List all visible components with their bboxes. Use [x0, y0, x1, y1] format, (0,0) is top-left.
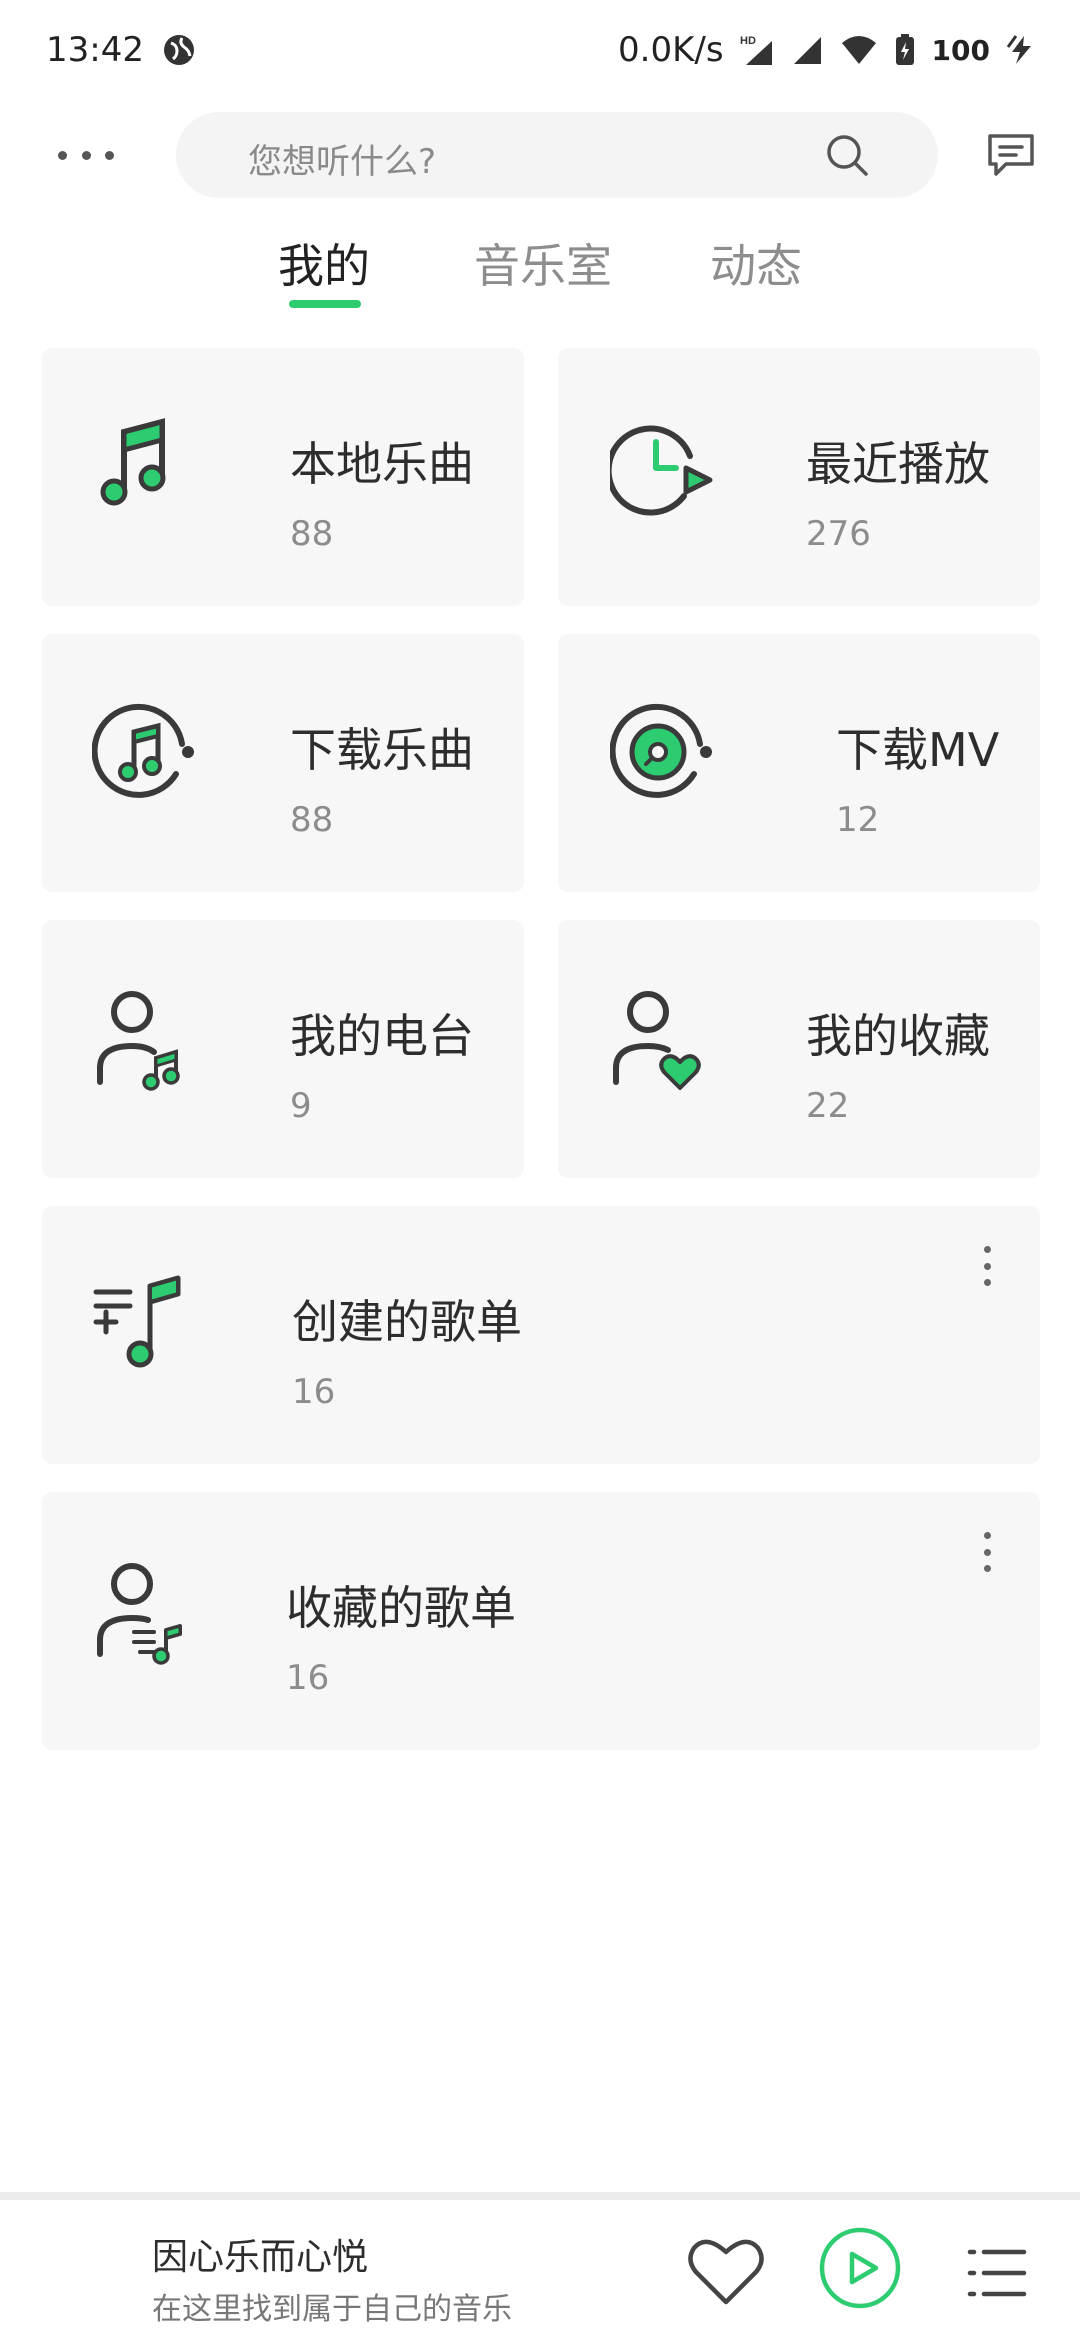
status-left: 13:42	[46, 30, 196, 70]
more-options-button[interactable]	[58, 138, 114, 172]
dot-icon	[983, 1246, 991, 1253]
dot-icon	[81, 150, 91, 160]
status-right: 0.0K/s HD 100	[618, 30, 1036, 70]
card-count: 22	[806, 1086, 850, 1126]
tab-mine[interactable]: 我的	[278, 230, 370, 296]
card-download-music[interactable]: 下载乐曲 88	[42, 634, 524, 892]
card-title: 最近播放	[806, 437, 990, 491]
card-my-favorites[interactable]: 我的收藏 22	[558, 920, 1040, 1178]
tab-indicator	[289, 300, 361, 308]
wifi-icon	[840, 33, 878, 67]
battery-level: 100	[931, 33, 990, 67]
search-input[interactable]: 您想听什么?	[176, 112, 938, 198]
card-count: 12	[836, 800, 880, 840]
card-title: 下载MV	[836, 723, 1000, 777]
tab-music-room[interactable]: 音乐室	[474, 230, 612, 296]
message-icon	[988, 134, 1034, 176]
dot-icon	[983, 1565, 991, 1572]
cell-signal-icon	[790, 33, 824, 67]
card-title: 收藏的歌单	[286, 1581, 516, 1635]
music-note-icon	[90, 412, 190, 516]
card-title: 本地乐曲	[290, 437, 474, 491]
charging-bolt-icon	[1006, 33, 1036, 67]
card-count: 16	[292, 1372, 336, 1412]
tab-activity[interactable]: 动态	[710, 230, 802, 296]
user-playlist-icon	[92, 1558, 202, 1672]
search-icon[interactable]	[824, 132, 870, 182]
card-collected-playlists[interactable]: 收藏的歌单 16	[42, 1492, 1040, 1750]
search-placeholder: 您想听什么?	[248, 142, 437, 182]
download-disc-icon	[609, 702, 720, 806]
hd-signal-icon: HD	[740, 33, 774, 67]
playlist-icon[interactable]	[966, 2246, 1028, 2304]
svg-text:HD: HD	[740, 35, 756, 47]
play-icon[interactable]	[818, 2226, 902, 2314]
dot-icon	[983, 1532, 991, 1539]
dot-icon	[105, 150, 114, 160]
playlist-add-icon	[90, 1272, 200, 1376]
mini-player[interactable]: 因心乐而心悦 在这里找到属于自己的音乐	[0, 2192, 1080, 2340]
dot-icon	[58, 150, 67, 160]
download-music-icon	[91, 702, 202, 806]
top-bar: 您想听什么?	[0, 112, 1080, 198]
card-count: 276	[806, 514, 871, 554]
player-subtitle: 在这里找到属于自己的音乐	[152, 2292, 512, 2327]
card-title: 创建的歌单	[292, 1295, 522, 1349]
card-local-music[interactable]: 本地乐曲 88	[42, 348, 524, 606]
dot-icon	[983, 1262, 991, 1270]
card-download-mv[interactable]: 下载MV 12	[558, 634, 1040, 892]
status-time: 13:42	[46, 30, 144, 70]
user-music-icon	[92, 986, 202, 1100]
card-recent-played[interactable]: 最近播放 276	[558, 348, 1040, 606]
message-button[interactable]	[986, 132, 1036, 182]
card-created-playlists[interactable]: 创建的歌单 16	[42, 1206, 1040, 1464]
card-my-radio[interactable]: 我的电台 9	[42, 920, 524, 1178]
card-count: 88	[290, 800, 334, 840]
battery-charging-icon	[894, 33, 916, 67]
collected-playlists-more-button[interactable]	[980, 1532, 994, 1572]
card-count: 9	[290, 1086, 312, 1126]
card-title: 下载乐曲	[290, 723, 474, 777]
clock-play-icon	[605, 418, 720, 522]
net-speed: 0.0K/s	[618, 30, 724, 70]
card-count: 88	[290, 514, 334, 554]
heart-icon[interactable]	[686, 2234, 766, 2312]
card-title: 我的电台	[290, 1009, 474, 1063]
card-count: 16	[286, 1658, 330, 1698]
globe-icon	[162, 33, 196, 67]
tab-bar: 我的 音乐室 动态	[0, 230, 1080, 310]
user-heart-icon	[608, 986, 718, 1100]
player-title: 因心乐而心悦	[152, 2237, 369, 2278]
status-bar: 13:42 0.0K/s HD 100	[0, 0, 1080, 100]
created-playlists-more-button[interactable]	[980, 1246, 994, 1286]
dot-icon	[983, 1548, 991, 1556]
card-title: 我的收藏	[806, 1009, 990, 1063]
dot-icon	[983, 1279, 991, 1286]
